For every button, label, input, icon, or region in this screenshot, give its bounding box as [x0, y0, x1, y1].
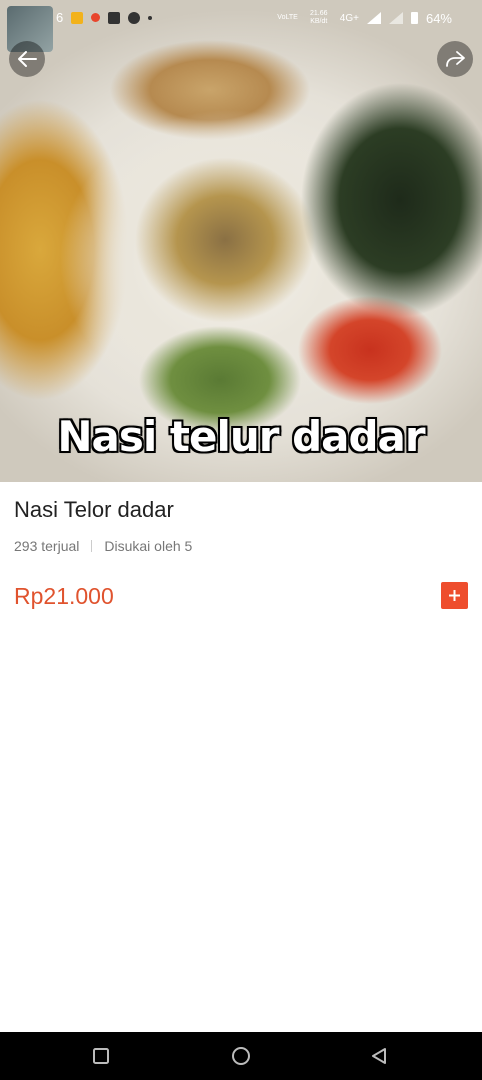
system-navigation-bar: [0, 1032, 482, 1080]
battery-icon: [410, 12, 418, 24]
network-type: 4G+: [339, 12, 359, 24]
status-bar: 6 VoLTE 21.66 KB/dt 4G+ 64%: [0, 0, 482, 52]
network-speed: 21.66 KB/dt: [310, 10, 328, 25]
sold-count: 293 terjual: [14, 538, 80, 554]
circle-icon: [232, 1047, 250, 1065]
divider: [91, 540, 93, 552]
status-number: 6: [56, 10, 64, 25]
triangle-back-icon: [372, 1048, 386, 1064]
product-price: Rp21.000: [14, 583, 114, 609]
product-image[interactable]: Nasi telur dadar: [0, 0, 482, 482]
status-left: 6: [56, 10, 153, 25]
recent-apps-button[interactable]: [89, 1044, 113, 1068]
more-notifications-icon: [148, 15, 153, 20]
home-button[interactable]: [229, 1044, 253, 1068]
app-notification-icon: [108, 11, 121, 24]
app-notification-icon: [128, 11, 141, 24]
volte-icon: VoLTE: [277, 14, 298, 21]
plus-icon: [449, 590, 460, 601]
add-to-cart-button[interactable]: [441, 582, 468, 609]
app-notification-icon: [71, 11, 84, 24]
share-icon: [446, 51, 465, 67]
square-icon: [93, 1048, 109, 1064]
app-notification-icon: [91, 13, 101, 22]
image-caption: Nasi telur dadar: [57, 412, 425, 461]
product-stats: 293 terjual Disukai oleh 5: [14, 538, 192, 554]
product-name: Nasi Telor dadar: [14, 497, 174, 522]
liked-count: Disukai oleh 5: [104, 538, 193, 554]
battery-level: 64%: [425, 10, 452, 26]
system-back-button[interactable]: [367, 1044, 391, 1068]
signal-icon: [366, 12, 381, 24]
back-button[interactable]: [9, 41, 45, 77]
signal-icon: [388, 12, 403, 24]
share-button[interactable]: [437, 41, 473, 77]
arrow-left-icon: [18, 51, 37, 67]
status-right: VoLTE 21.66 KB/dt 4G+ 64%: [277, 10, 452, 26]
